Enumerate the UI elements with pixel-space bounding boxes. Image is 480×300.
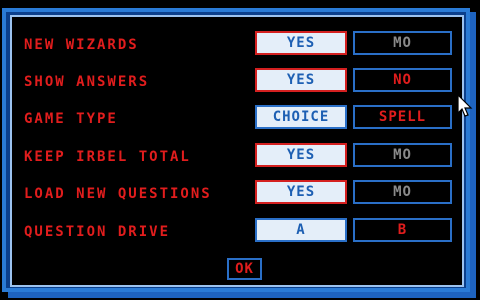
- show-answers-yes-button[interactable]: YES: [255, 68, 347, 92]
- game-type-choice-button[interactable]: CHOICE: [255, 105, 347, 129]
- setting-row-show-answers: SHOW ANSWERS YES NO: [0, 68, 480, 96]
- question-drive-a-button[interactable]: A: [255, 218, 347, 242]
- keep-irbel-total-no-button[interactable]: MO: [353, 143, 452, 167]
- setting-label-new-wizards: NEW WIZARDS: [24, 37, 139, 53]
- show-answers-no-button[interactable]: NO: [353, 68, 452, 92]
- setting-row-keep-irbel-total: KEEP IRBEL TOTAL YES MO: [0, 143, 480, 171]
- setting-label-game-type: GAME TYPE: [24, 111, 118, 127]
- setting-label-keep-irbel-total: KEEP IRBEL TOTAL: [24, 149, 191, 165]
- dialog-shadow-bottom: [8, 292, 476, 298]
- mouse-pointer-icon: [457, 94, 473, 117]
- new-wizards-no-button[interactable]: MO: [353, 31, 452, 55]
- setting-row-load-new-questions: LOAD NEW QUESTIONS YES MO: [0, 180, 480, 208]
- new-wizards-yes-button[interactable]: YES: [255, 31, 347, 55]
- game-type-spell-button[interactable]: SPELL: [353, 105, 452, 129]
- question-drive-b-button[interactable]: B: [353, 218, 452, 242]
- keep-irbel-total-yes-button[interactable]: YES: [255, 143, 347, 167]
- setting-label-load-new-questions: LOAD NEW QUESTIONS: [24, 186, 212, 202]
- ok-button[interactable]: OK: [227, 258, 262, 280]
- setting-label-question-drive: QUESTION DRIVE: [24, 224, 171, 240]
- setting-row-new-wizards: NEW WIZARDS YES MO: [0, 31, 480, 59]
- setting-row-question-drive: QUESTION DRIVE A B: [0, 218, 480, 246]
- load-new-questions-no-button[interactable]: MO: [353, 180, 452, 204]
- load-new-questions-yes-button[interactable]: YES: [255, 180, 347, 204]
- setting-row-game-type: GAME TYPE CHOICE SPELL: [0, 105, 480, 133]
- setting-label-show-answers: SHOW ANSWERS: [24, 74, 150, 90]
